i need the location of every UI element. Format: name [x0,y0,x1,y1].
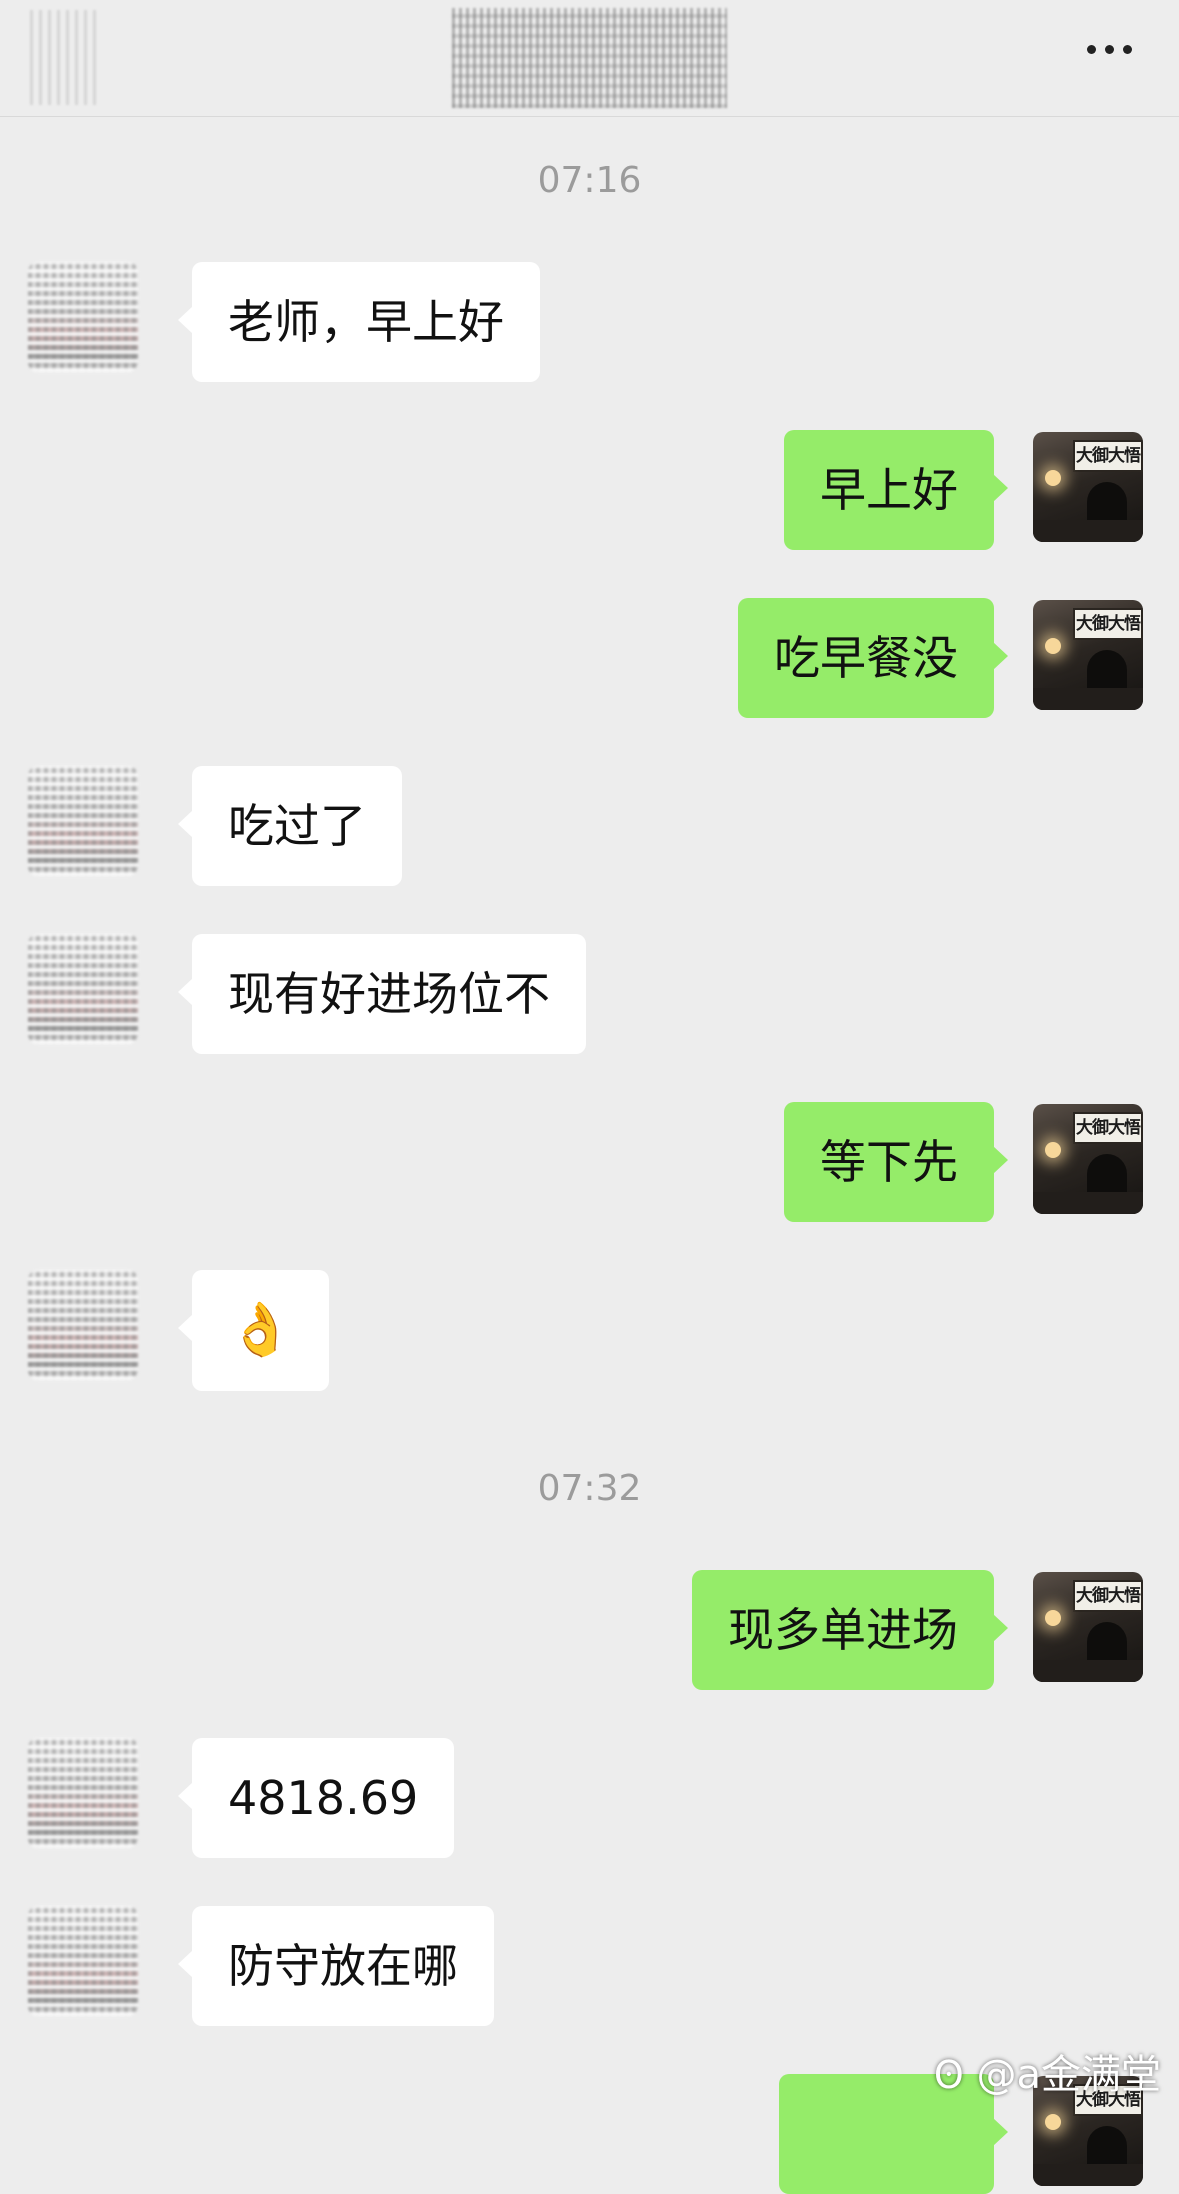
contact-avatar[interactable] [28,262,138,372]
message-bubble[interactable]: 等下先 [784,1102,1008,1222]
watermark: ʘ @a金满堂 [934,2042,1161,2100]
chat-title [452,8,727,108]
message-bubble[interactable]: 防守放在哪 [178,1906,494,2026]
contact-avatar[interactable] [28,1738,138,1848]
contact-avatar[interactable] [28,934,138,1044]
contact-avatar[interactable] [28,766,138,876]
my-avatar[interactable]: 大御大悟 [1033,600,1143,710]
my-avatar[interactable]: 大御大悟 [1033,1572,1143,1682]
more-icon[interactable] [1079,34,1139,64]
chat-header [0,0,1179,117]
message-bubble[interactable]: 现多单进场 [692,1570,1008,1690]
message-bubble[interactable]: 吃过了 [178,766,402,886]
avatar-sign: 大御大悟 [1073,608,1143,640]
message-bubble[interactable]: 4818.69 [177,1738,455,1858]
message-list[interactable]: 07:16 老师，早上好 早上好 大御大悟 吃早餐没 大御大悟 吃过了 现有好进… [0,117,1179,2194]
timestamp: 07:16 [537,160,642,201]
avatar-sign: 大御大悟 [1073,440,1143,472]
message-bubble[interactable]: 现有好进场位不 [178,934,586,1054]
my-avatar[interactable]: 大御大悟 [1033,432,1143,542]
message-bubble[interactable]: 吃早餐没 [738,598,1008,718]
timestamp: 07:32 [537,1468,642,1509]
message-bubble[interactable]: 早上好 [784,430,1008,550]
ok-hand-emoji: 👌 [228,1300,293,1360]
message-bubble[interactable]: 老师，早上好 [178,262,540,382]
message-bubble[interactable]: 👌 [178,1270,329,1391]
back-button[interactable] [30,10,100,105]
avatar-sign: 大御大悟 [1073,1112,1143,1144]
contact-avatar[interactable] [28,1270,138,1380]
avatar-sign: 大御大悟 [1073,1580,1143,1612]
contact-avatar[interactable] [28,1906,138,2016]
my-avatar[interactable]: 大御大悟 [1033,1104,1143,1214]
weibo-logo-icon: ʘ [933,2053,964,2097]
watermark-text: @a金满堂 [976,2052,1161,2098]
